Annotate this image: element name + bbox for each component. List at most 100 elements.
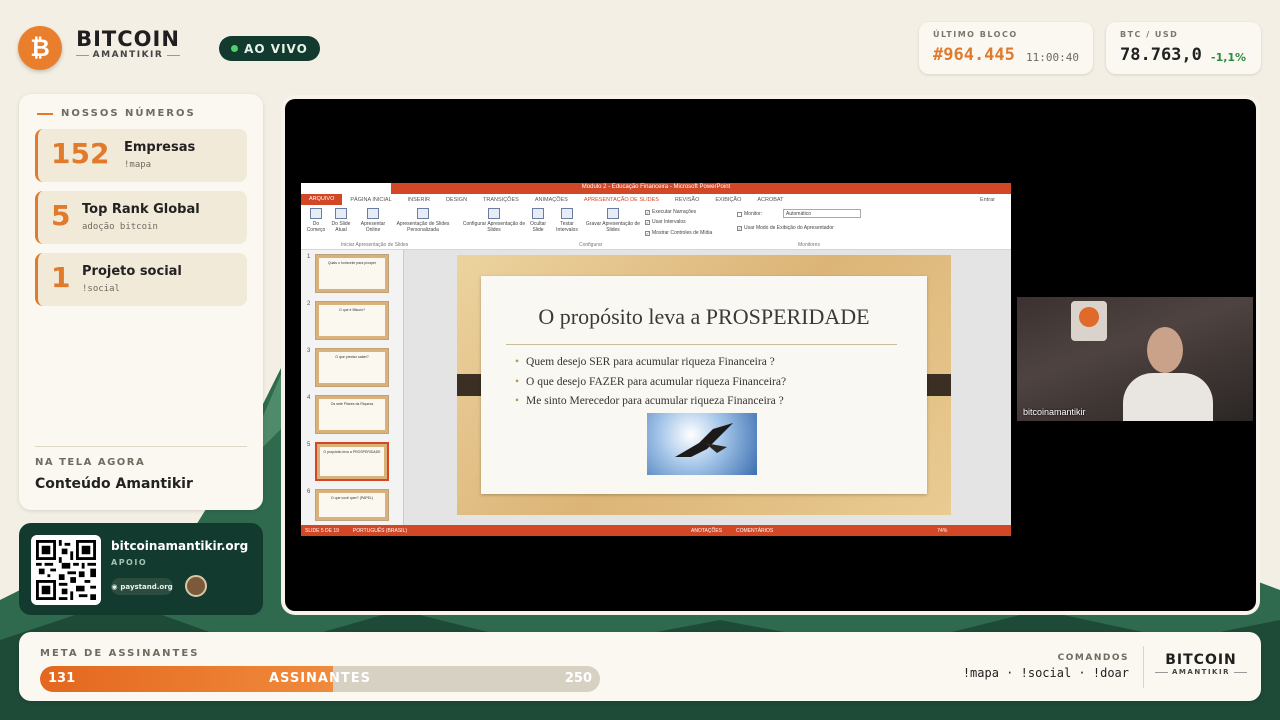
- thumb-text: Quais o horizonte para prosper: [319, 258, 385, 289]
- apresentador-label: Usar Modo de Exibição do Apresentador: [744, 225, 834, 231]
- checkbox-icon: ✓: [645, 209, 650, 215]
- stat-subtitle: !mapa: [124, 160, 152, 170]
- bullet-item: Me sinto Merecedor para acumular riqueza…: [515, 392, 786, 412]
- configurar-button[interactable]: Configurar Apresentação de Slides: [461, 208, 527, 233]
- testar-label: Testar Intervalos: [556, 221, 578, 233]
- bottom-bar: META DE ASSINANTES 131 ASSINANTES 250 CO…: [19, 632, 1261, 701]
- thumb-text: O que é Bitcoin?: [319, 305, 385, 336]
- ppt-ribbon-tabs: ARQUIVO PÁGINA INICIAL INSERIR DESIGN TR…: [301, 194, 1011, 205]
- powerpoint-window: Modulo 2 - Educação Financeira - Microso…: [301, 183, 1011, 536]
- personalizada-label: Apresentação de Slides Personalizada: [396, 221, 450, 233]
- checkbox-icon: ✓: [645, 230, 650, 236]
- slide-bullets: Quem desejo SER para acumular riqueza Fi…: [515, 353, 786, 412]
- ppt-workspace: 1 Quais o horizonte para prosper 2 O que…: [301, 250, 1011, 525]
- notes-button[interactable]: ANOTAÇÕES: [691, 528, 722, 534]
- thumb-text: O propósito leva a PROSPERIDADE: [320, 447, 384, 476]
- ppt-ribbon: Do Começo Do Slide Atual Apresentar Onli…: [301, 205, 1011, 250]
- streamer: [1117, 327, 1217, 421]
- live-badge: AO VIVO: [219, 36, 320, 61]
- ocultar-button[interactable]: Ocultar Slide: [527, 208, 549, 233]
- support-url[interactable]: bitcoinamantikir.org: [111, 539, 248, 553]
- tab-apresentacao[interactable]: APRESENTAÇÃO DE SLIDES: [576, 197, 667, 203]
- qr-code[interactable]: [31, 535, 101, 605]
- goal-center-label: ASSINANTES: [269, 671, 371, 686]
- stat-number: 152: [51, 137, 110, 170]
- thumb-number: 6: [307, 489, 311, 495]
- slide-atual-label: Do Slide Atual: [331, 221, 351, 233]
- tab-design[interactable]: DESIGN: [438, 197, 475, 203]
- paystand-badge[interactable]: ◉ paystand.org: [111, 578, 173, 595]
- brand-subtitle: AMANTIKIR: [76, 50, 180, 60]
- status-slide: SLIDE 5 DE 19: [305, 527, 339, 534]
- stat-number: 1: [51, 261, 71, 294]
- ppt-window-title: Modulo 2 - Educação Financeira - Microso…: [581, 184, 731, 190]
- paystand-icon: ◉: [111, 582, 118, 591]
- current-slide[interactable]: O propósito leva a PROSPERIDADE Quem des…: [457, 255, 951, 515]
- tab-acrobat[interactable]: ACROBAT: [749, 197, 791, 203]
- thumb-text: O que você quer? (PAPEL): [319, 493, 385, 517]
- tab-revisao[interactable]: REVISÃO: [667, 197, 707, 203]
- live-label: AO VIVO: [244, 41, 308, 56]
- stats-panel: NOSSOS NÚMEROS 152 Empresas !mapa 5 Top …: [19, 94, 263, 510]
- controles-checkbox[interactable]: ✓ Mostrar Controles de Mídia: [645, 230, 712, 236]
- zoom-level[interactable]: 74%: [937, 528, 947, 534]
- signin-link[interactable]: Entrar: [980, 197, 995, 203]
- apresentar-online-label: Apresentar Online: [360, 221, 386, 233]
- tab-transicoes[interactable]: TRANSIÇÕES: [475, 197, 527, 203]
- monitor-text: Monitor:: [744, 211, 763, 217]
- monitor-icon: [737, 211, 742, 217]
- tab-pagina-inicial[interactable]: PÁGINA INICIAL: [342, 197, 399, 203]
- brand-name: BITCOIN: [1165, 652, 1237, 668]
- stats-title: NOSSOS NÚMEROS: [37, 108, 196, 119]
- intervalos-checkbox[interactable]: ✓ Usar Intervalos: [645, 219, 686, 225]
- slideshow-icon: [335, 208, 347, 219]
- testar-button[interactable]: Testar Intervalos: [553, 208, 581, 233]
- tab-inserir[interactable]: INSERIR: [400, 197, 438, 203]
- support-card: bitcoinamantikir.org APOIO ◉ paystand.or…: [19, 523, 263, 615]
- goal-target: 250: [564, 671, 592, 686]
- slide-atual-button[interactable]: Do Slide Atual: [329, 208, 353, 233]
- ribbon-group-label: Configurar: [579, 242, 603, 248]
- now-on-screen-title: Conteúdo Amantikir: [35, 476, 193, 492]
- webcam-feed: bitcoinamantikir: [1017, 297, 1253, 421]
- tab-exibicao[interactable]: EXIBIÇÃO: [707, 197, 749, 203]
- ribbon-group-label: Iniciar Apresentação de Slides: [341, 242, 409, 248]
- slide-thumbnail-selected[interactable]: O propósito leva a PROSPERIDADE: [315, 442, 389, 481]
- slide-content: O propósito leva a PROSPERIDADE Quem des…: [481, 276, 927, 494]
- block-time: 11:00:40: [1026, 51, 1079, 64]
- btc-change: -1,1%: [1211, 51, 1247, 64]
- btc-price: 78.763,0: [1120, 45, 1202, 65]
- record-icon: [607, 208, 619, 219]
- apresentar-online-button[interactable]: Apresentar Online: [357, 208, 389, 233]
- bitcoin-wall-icon: [1079, 307, 1099, 327]
- personalizada-button[interactable]: Apresentação de Slides Personalizada: [391, 208, 455, 233]
- executar-label: Executar Narrações: [652, 209, 697, 215]
- comments-button[interactable]: COMENTÁRIOS: [736, 528, 773, 534]
- stat-card: 1 Projeto social !social: [35, 253, 247, 306]
- subscriber-progress: 131 ASSINANTES 250: [40, 666, 600, 692]
- monitor-select[interactable]: Automático: [783, 209, 861, 218]
- slide-title: O propósito leva a PROSPERIDADE: [538, 304, 870, 329]
- executar-checkbox[interactable]: ✓ Executar Narrações: [645, 209, 696, 215]
- slide-thumbnail[interactable]: Quais o horizonte para prosper: [315, 254, 389, 293]
- live-dot-icon: [231, 45, 239, 52]
- block-height: #964.445: [933, 45, 1015, 65]
- do-comeco-button[interactable]: Do Começo: [305, 208, 327, 233]
- commands-label: COMANDOS: [1057, 653, 1129, 663]
- slide-thumbnail[interactable]: O que você quer? (PAPEL): [315, 489, 389, 521]
- apresentador-checkbox[interactable]: ✓ Usar Modo de Exibição do Apresentador: [737, 225, 834, 231]
- gravar-button[interactable]: Gravar Apresentação de Slides: [583, 208, 643, 233]
- thumb-number: 4: [307, 395, 311, 401]
- monitor-label: Monitor:: [737, 211, 762, 217]
- tab-arquivo[interactable]: ARQUIVO: [301, 194, 343, 205]
- block-label: ÚLTIMO BLOCO: [933, 30, 1018, 39]
- slide-thumbnail[interactable]: Os sete Pilares da Riqueza: [315, 395, 389, 434]
- checkbox-icon: ✓: [737, 225, 742, 231]
- controles-label: Mostrar Controles de Mídia: [652, 230, 713, 236]
- stat-title: Projeto social: [82, 264, 182, 279]
- slide-rule: [506, 344, 897, 345]
- timer-icon: [561, 208, 573, 219]
- slide-thumbnail[interactable]: O que preciso saber?: [315, 348, 389, 387]
- slide-thumbnail[interactable]: O que é Bitcoin?: [315, 301, 389, 340]
- tab-animacoes[interactable]: ANIMAÇÕES: [527, 197, 576, 203]
